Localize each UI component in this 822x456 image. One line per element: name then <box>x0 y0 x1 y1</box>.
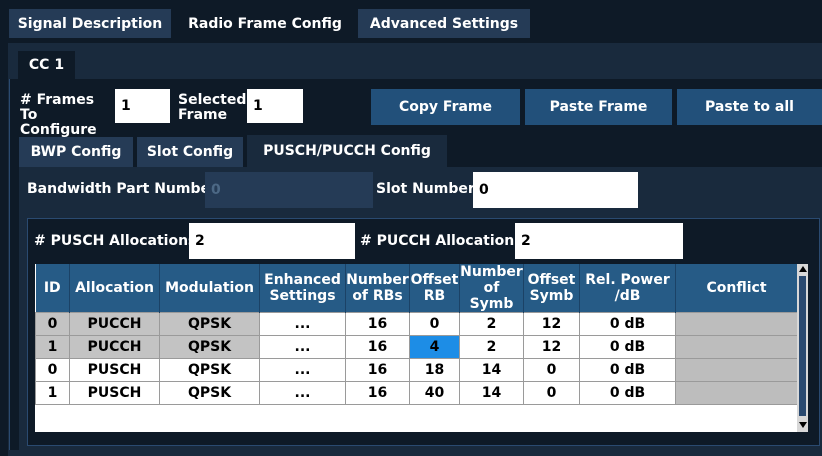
pusch-allocations-label: # PUSCH Allocations <box>34 233 197 249</box>
pucch-allocations-input[interactable]: 2 <box>515 223 683 259</box>
cell-offset-symb[interactable]: 0 <box>523 358 580 382</box>
table-row[interactable]: 0 PUCCH QPSK ... 16 0 2 12 0 dB <box>35 312 798 336</box>
slot-number-label: Slot Number <box>376 181 475 197</box>
paste-to-all-button[interactable]: Paste to all <box>677 89 822 125</box>
cell-conflict <box>675 312 798 336</box>
cell-offset-symb[interactable]: 0 <box>523 381 580 405</box>
column-header-number-of-rbs: Number of RBs <box>345 264 410 313</box>
cell-offset-symb[interactable]: 12 <box>523 312 580 336</box>
cell-offset-symb[interactable]: 12 <box>523 335 580 359</box>
selected-frame-label: Selected Frame <box>178 92 247 123</box>
allocation-table: ID Allocation Modulation Enhanced Settin… <box>35 264 798 405</box>
column-header-offset-symb: Offset Symb <box>523 264 580 313</box>
cell-modulation[interactable]: QPSK <box>159 381 260 405</box>
cell-number-of-rbs[interactable]: 16 <box>345 381 410 405</box>
cell-id: 0 <box>35 312 70 336</box>
column-header-allocation: Allocation <box>69 264 160 313</box>
cell-number-of-rbs[interactable]: 16 <box>345 335 410 359</box>
tab-advanced-settings[interactable]: Advanced Settings <box>358 9 530 38</box>
paste-frame-button[interactable]: Paste Frame <box>525 89 672 125</box>
cell-id: 1 <box>35 335 70 359</box>
column-header-modulation: Modulation <box>159 264 260 313</box>
tab-pusch-pucch-config[interactable]: PUSCH/PUCCH Config <box>247 135 447 167</box>
table-row[interactable]: 1 PUSCH QPSK ... 16 40 14 0 0 dB <box>35 381 798 405</box>
cell-enhanced-settings[interactable]: ... <box>259 358 346 382</box>
column-header-id: ID <box>35 264 70 313</box>
cell-conflict <box>675 358 798 382</box>
scrollbar-thumb[interactable] <box>799 276 806 416</box>
cell-rel-power[interactable]: 0 dB <box>579 381 676 405</box>
table-row[interactable]: 0 PUSCH QPSK ... 16 18 14 0 0 dB <box>35 358 798 382</box>
cell-number-of-symb[interactable]: 2 <box>459 312 524 336</box>
cell-number-of-symb[interactable]: 2 <box>459 335 524 359</box>
cell-rel-power[interactable]: 0 dB <box>579 335 676 359</box>
tab-cc-1[interactable]: CC 1 <box>18 51 75 79</box>
column-header-number-of-symb: Number of Symb <box>459 264 524 313</box>
frames-to-configure-input[interactable]: 1 <box>115 89 170 123</box>
cell-modulation[interactable]: QPSK <box>159 358 260 382</box>
cell-modulation[interactable]: QPSK <box>159 335 260 359</box>
selected-frame-input[interactable]: 1 <box>247 89 303 123</box>
tab-slot-config[interactable]: Slot Config <box>137 137 243 167</box>
cell-conflict <box>675 335 798 359</box>
cell-offset-rb[interactable]: 18 <box>409 358 460 382</box>
cell-allocation[interactable]: PUSCH <box>69 358 160 382</box>
cell-allocation[interactable]: PUSCH <box>69 381 160 405</box>
cell-number-of-rbs[interactable]: 16 <box>345 312 410 336</box>
column-header-conflict: Conflict <box>675 264 798 313</box>
cell-id: 1 <box>35 381 70 405</box>
scroll-down-arrow-icon[interactable] <box>799 422 807 428</box>
pusch-allocations-input[interactable]: 2 <box>189 223 355 259</box>
cell-enhanced-settings[interactable]: ... <box>259 335 346 359</box>
cell-rel-power[interactable]: 0 dB <box>579 358 676 382</box>
cell-offset-rb[interactable]: 0 <box>409 312 460 336</box>
table-header-row: ID Allocation Modulation Enhanced Settin… <box>35 264 798 313</box>
column-header-offset-rb: Offset RB <box>409 264 460 313</box>
cell-rel-power[interactable]: 0 dB <box>579 312 676 336</box>
tab-signal-description[interactable]: Signal Description <box>9 9 171 38</box>
table-row[interactable]: 1 PUCCH QPSK ... 16 4 2 12 0 dB <box>35 335 798 359</box>
cell-offset-rb[interactable]: 40 <box>409 381 460 405</box>
tab-radio-frame-config[interactable]: Radio Frame Config <box>173 5 357 43</box>
bandwidth-part-number-label: Bandwidth Part Number <box>27 181 217 197</box>
cell-offset-rb-selected[interactable]: 4 <box>409 335 460 359</box>
slot-number-input[interactable]: 0 <box>473 172 638 208</box>
cell-id: 0 <box>35 358 70 382</box>
cell-number-of-symb[interactable]: 14 <box>459 381 524 405</box>
cell-allocation[interactable]: PUCCH <box>69 335 160 359</box>
copy-frame-button[interactable]: Copy Frame <box>371 89 520 125</box>
frames-to-configure-label: # Frames To Configure <box>20 92 97 138</box>
cell-allocation[interactable]: PUCCH <box>69 312 160 336</box>
scroll-up-arrow-icon[interactable] <box>799 266 807 272</box>
cell-enhanced-settings[interactable]: ... <box>259 381 346 405</box>
cell-number-of-rbs[interactable]: 16 <box>345 358 410 382</box>
pucch-allocations-label: # PUCCH Allocations <box>360 233 523 249</box>
tab-bwp-config[interactable]: BWP Config <box>19 137 133 167</box>
cell-modulation[interactable]: QPSK <box>159 312 260 336</box>
cell-number-of-symb[interactable]: 14 <box>459 358 524 382</box>
bandwidth-part-number-input: 0 <box>205 172 373 208</box>
column-header-rel-power: Rel. Power /dB <box>579 264 676 313</box>
cell-enhanced-settings[interactable]: ... <box>259 312 346 336</box>
cell-conflict <box>675 381 798 405</box>
column-header-enhanced-settings: Enhanced Settings <box>259 264 346 313</box>
